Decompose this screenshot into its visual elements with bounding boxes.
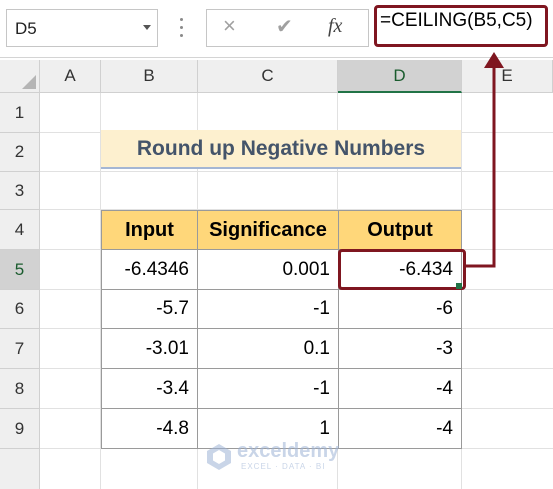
watermark-brand: exceldemy (237, 440, 340, 462)
exceldemy-logo-icon (207, 444, 231, 470)
annotation-arrow (466, 52, 504, 268)
exceldemy-watermark: exceldemy EXCEL · DATA · BI (205, 440, 355, 474)
watermark-tagline: EXCEL · DATA · BI (241, 462, 326, 471)
